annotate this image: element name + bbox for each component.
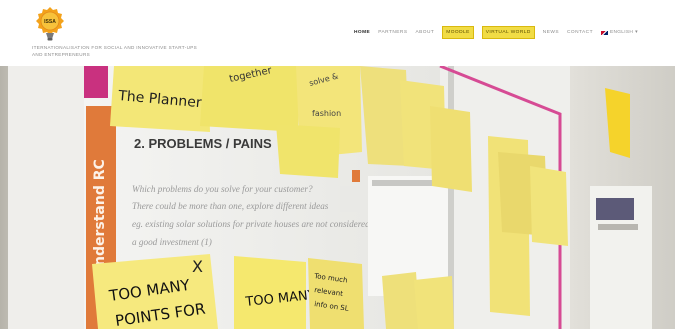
- board-heading: 2. PROBLEMS / PAINS: [134, 136, 272, 151]
- nav-home[interactable]: HOME: [354, 26, 370, 39]
- site-tagline: ITERNATIONALISATION FOR SOCIAL AND INNOV…: [32, 45, 198, 57]
- board-line-4: a good investment (1): [132, 237, 212, 247]
- nav-about[interactable]: ABOUT: [415, 26, 434, 39]
- language-label: ENGLISH: [609, 30, 634, 35]
- nav-partners[interactable]: PARTNERS: [378, 26, 407, 39]
- issa-logo[interactable]: ISSA: [35, 6, 65, 42]
- uk-flag-icon: [600, 30, 608, 35]
- board-line-3: eg. existing solar solutions for private…: [132, 219, 370, 229]
- side-label-text: nderstand RC: [92, 159, 108, 266]
- board-line-2: There could be more than one, explore di…: [132, 201, 329, 211]
- language-selector[interactable]: ENGLISH ▾: [600, 30, 638, 35]
- logo-text: ISSA: [44, 19, 56, 25]
- hero-image: nderstand RC 2. PROBLEMS / PAINS Which p…: [0, 66, 675, 329]
- main-nav: HOME PARTNERS ABOUT MOODLE VIRTUAL WORLD…: [354, 26, 638, 39]
- cross-mark: X: [192, 257, 203, 276]
- nav-news[interactable]: NEWS: [543, 26, 559, 39]
- nav-moodle[interactable]: MOODLE: [442, 26, 474, 39]
- nav-contact[interactable]: CONTACT: [567, 26, 593, 39]
- nav-virtual-world[interactable]: VIRTUAL WORLD: [481, 26, 535, 39]
- site-header: ISSA ITERNATIONALISATION FOR SOCIAL AND …: [0, 0, 675, 66]
- chevron-down-icon: ▾: [635, 30, 638, 35]
- note-small-b-text: fashion: [312, 109, 341, 118]
- hero-photo-illustration: nderstand RC 2. PROBLEMS / PAINS Which p…: [0, 66, 675, 329]
- board-line-1: Which problems do you solve for your cus…: [132, 184, 313, 194]
